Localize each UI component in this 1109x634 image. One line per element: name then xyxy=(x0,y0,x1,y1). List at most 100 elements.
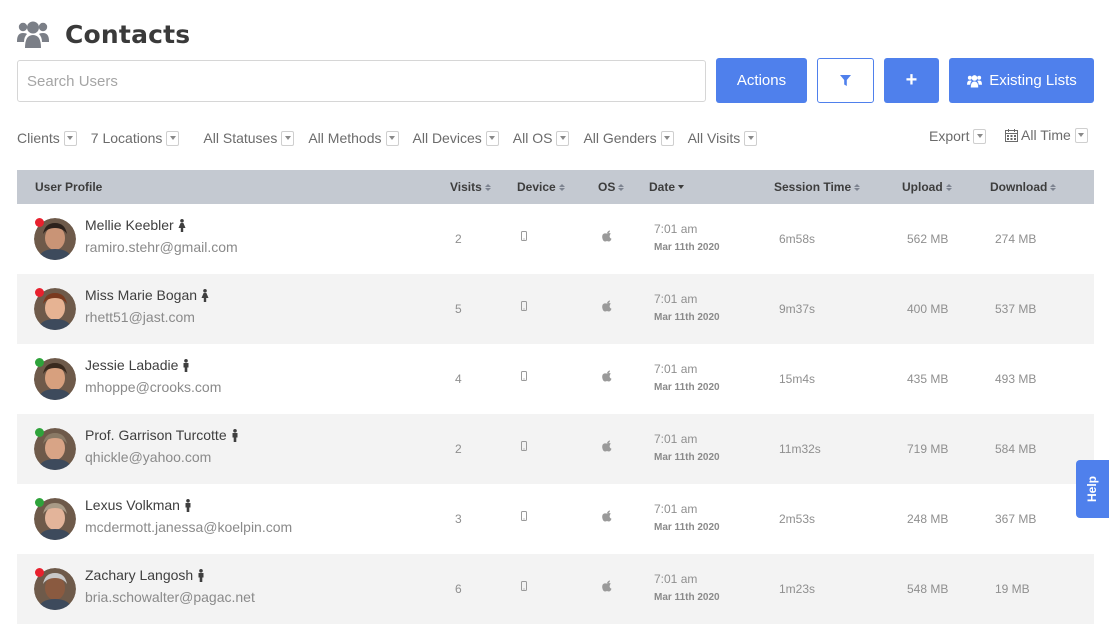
status-dot xyxy=(35,568,44,577)
filter-devices[interactable]: All Devices xyxy=(413,130,499,146)
users-icon xyxy=(17,21,49,48)
device-cell xyxy=(521,230,527,244)
chevron-down-icon xyxy=(63,130,77,146)
download-size: 584 MB xyxy=(995,442,1037,456)
os-cell xyxy=(602,300,612,315)
table-row[interactable]: Prof. Garrison Turcotte qhickle@yahoo.co… xyxy=(17,414,1094,484)
filter-visits[interactable]: All Visits xyxy=(688,130,758,146)
avatar-container xyxy=(34,218,76,260)
session-time: 6m58s xyxy=(779,232,816,246)
filter-label: 7 Locations xyxy=(90,130,163,146)
filter-label: All Methods xyxy=(308,130,382,146)
session-time: 2m53s xyxy=(779,512,816,526)
os-cell xyxy=(602,370,612,385)
filter-genders[interactable]: All Genders xyxy=(583,130,674,146)
column-label: Download xyxy=(990,180,1048,194)
user-name-text: Prof. Garrison Turcotte xyxy=(85,427,227,443)
user-name[interactable]: Prof. Garrison Turcotte xyxy=(85,427,239,443)
user-name[interactable]: Zachary Langosh xyxy=(85,567,205,583)
os-cell xyxy=(602,440,612,455)
column-download[interactable]: Download xyxy=(990,170,1057,204)
actions-button[interactable]: Actions xyxy=(716,58,807,103)
filter-clients[interactable]: Clients xyxy=(17,130,77,146)
device-cell xyxy=(521,300,527,314)
time-range-dropdown[interactable]: All Time xyxy=(1005,127,1088,143)
upload-size: 562 MB xyxy=(907,232,949,246)
apple-icon xyxy=(602,580,612,592)
male-icon xyxy=(198,568,204,582)
status-dot xyxy=(35,358,44,367)
session-time: 15m4s xyxy=(779,372,816,386)
page-title: Contacts xyxy=(65,19,191,49)
column-upload[interactable]: Upload xyxy=(902,170,952,204)
help-button[interactable]: Help xyxy=(1076,460,1109,518)
download-size: 367 MB xyxy=(995,512,1037,526)
session-time: 1m23s xyxy=(779,582,816,596)
filter-label: All Visits xyxy=(687,130,741,146)
column-label: Upload xyxy=(902,180,943,194)
device-cell xyxy=(521,510,527,524)
user-email: bria.schowalter@pagac.net xyxy=(85,589,255,605)
existing-lists-label: Existing Lists xyxy=(989,72,1077,89)
add-user-button[interactable]: + xyxy=(884,58,939,103)
male-icon xyxy=(183,358,189,372)
upload-size: 548 MB xyxy=(907,582,949,596)
calendar-icon xyxy=(1005,128,1018,142)
column-date[interactable]: Date xyxy=(649,170,685,204)
filter-label: All Devices xyxy=(412,130,482,146)
download-size: 274 MB xyxy=(995,232,1037,246)
chevron-down-icon xyxy=(973,128,987,144)
column-visits[interactable]: Visits xyxy=(450,170,491,204)
existing-lists-button[interactable]: Existing Lists xyxy=(949,58,1094,103)
device-cell xyxy=(521,440,527,454)
filter-methods[interactable]: All Methods xyxy=(308,130,399,146)
filter-label: Clients xyxy=(17,130,60,146)
user-name[interactable]: Miss Marie Bogan xyxy=(85,287,209,303)
male-icon xyxy=(185,498,191,512)
table-row[interactable]: Jessie Labadie mhoppe@crooks.com 4 7:01 … xyxy=(17,344,1094,414)
table-row[interactable]: Mellie Keebler ramiro.stehr@gmail.com 2 … xyxy=(17,204,1094,274)
user-name[interactable]: Mellie Keebler xyxy=(85,217,186,233)
status-dot xyxy=(35,288,44,297)
table-row[interactable]: Zachary Langosh bria.schowalter@pagac.ne… xyxy=(17,554,1094,624)
search-box[interactable] xyxy=(17,60,706,102)
column-label: User Profile xyxy=(35,180,103,194)
visits-count: 4 xyxy=(455,372,462,386)
download-size: 19 MB xyxy=(995,582,1030,596)
column-label: Visits xyxy=(450,180,482,194)
search-input[interactable] xyxy=(18,61,705,101)
column-label: OS xyxy=(598,180,616,194)
users-icon xyxy=(967,74,983,88)
last-seen-time: 7:01 am xyxy=(654,572,698,586)
last-seen-date: Mar 11th 2020 xyxy=(654,592,720,603)
last-seen-time: 7:01 am xyxy=(654,292,698,306)
user-name[interactable]: Lexus Volkman xyxy=(85,497,192,513)
column-session-time[interactable]: Session Time xyxy=(774,170,861,204)
apple-icon xyxy=(602,510,612,522)
sort-icon xyxy=(1050,183,1057,191)
filter-button[interactable] xyxy=(817,58,874,103)
avatar-container xyxy=(34,428,76,470)
last-seen-date: Mar 11th 2020 xyxy=(654,312,720,323)
export-dropdown[interactable]: Export xyxy=(929,128,987,144)
visits-count: 2 xyxy=(455,442,462,456)
filter-label: All Statuses xyxy=(203,130,278,146)
avatar-container xyxy=(34,498,76,540)
column-device[interactable]: Device xyxy=(517,170,565,204)
chevron-down-icon xyxy=(660,130,674,146)
user-name[interactable]: Jessie Labadie xyxy=(85,357,190,373)
page-header: Contacts xyxy=(17,17,190,51)
os-cell xyxy=(602,230,612,245)
filter-os[interactable]: All OS xyxy=(513,130,570,146)
last-seen-date: Mar 11th 2020 xyxy=(654,242,720,253)
apple-icon xyxy=(602,300,612,312)
column-user-profile[interactable]: User Profile xyxy=(35,170,102,204)
table-row[interactable]: Miss Marie Bogan rhett51@jast.com 5 7:01… xyxy=(17,274,1094,344)
filter-locations[interactable]: 7 Locations xyxy=(91,130,180,146)
last-seen-time: 7:01 am xyxy=(654,222,698,236)
column-label: Session Time xyxy=(774,180,852,194)
column-os[interactable]: OS xyxy=(598,170,625,204)
table-row[interactable]: Lexus Volkman mcdermott.janessa@koelpin.… xyxy=(17,484,1094,554)
filter-statuses[interactable]: All Statuses xyxy=(203,130,295,146)
status-dot xyxy=(35,428,44,437)
